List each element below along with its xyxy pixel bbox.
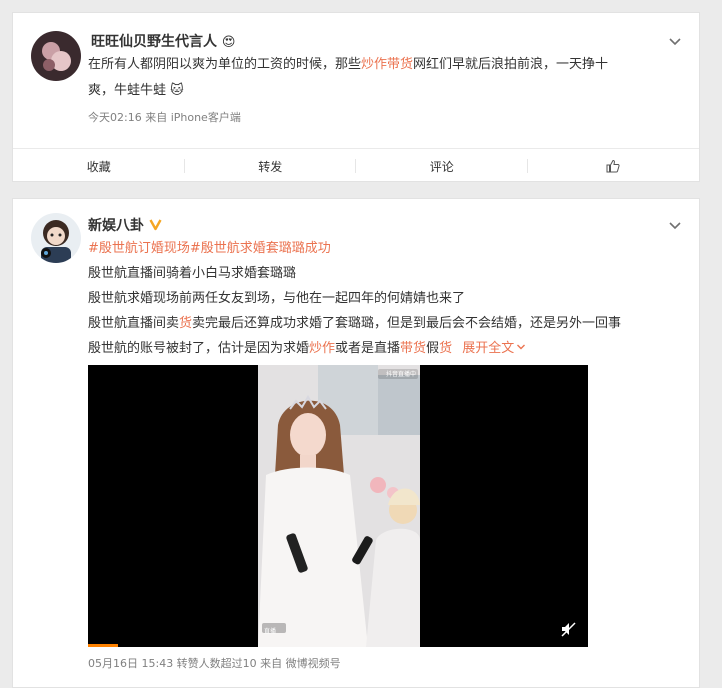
avatar[interactable] [31,213,81,263]
text-segment: 卖完最后还算成功求婚了套璐璐，但是到最后会不会结婚，还是另外一回事 [192,316,622,331]
expand-full-text-link[interactable]: 展开全文 [462,341,526,356]
topic-link[interactable]: #殷世航订婚现场# [88,241,201,256]
comment-button[interactable]: 评论 [356,149,528,183]
text-segment: 殷世航的账号被封了，估计是因为求婚 [88,341,310,356]
text-segment: 或者是直播 [335,341,401,356]
weibo-post-1: 旺旺仙贝野生代言人 😍 在所有人都阴阳以爽为单位的工资的时候，那些炒作带货网红们… [12,12,700,182]
repost-button[interactable]: 转发 [185,149,357,183]
keyword-link[interactable]: 货 [439,341,452,356]
post-text-line2: 爽，牛蛙牛蛙 🐱 [88,79,184,103]
video-player[interactable]: 抖音直播中 直播 [88,365,588,647]
keyword-link[interactable]: 炒作带货 [361,57,413,72]
video-frame: 抖音直播中 直播 [258,365,420,647]
favorite-label: 收藏 [86,159,111,174]
video-watermark: 抖音直播中 [385,371,416,378]
action-bar: 收藏 转发 评论 [13,148,699,183]
text-segment: 网红们早就后浪拍前浪，一天挣十 [413,57,609,72]
post-text-line2: 殷世航直播间骑着小白马求婚套璐璐 [88,266,297,281]
video-progress-bar[interactable] [88,644,118,647]
mute-icon[interactable] [560,621,576,637]
username-text[interactable]: 新娱八卦 [88,218,144,234]
like-button[interactable] [528,149,700,183]
verified-v-icon [149,219,162,231]
repost-label: 转发 [258,159,283,174]
post-text-line5: 殷世航的账号被封了，估计是因为求婚炒作或者是直播带货假货 展开全文 [88,337,526,361]
video-thumbnail-image [258,365,420,647]
keyword-link[interactable]: 货 [179,316,192,331]
video-tag-badge: 直播 [264,628,277,635]
text-segment: 在所有人都阴阳以爽为单位的工资的时候，那些 [88,57,362,72]
expand-label: 展开全文 [462,341,515,356]
post-text-line1: #殷世航订婚现场#殷世航求婚套璐璐成功 [88,237,331,261]
keyword-link[interactable]: 炒作 [309,341,335,356]
text-segment: 爽，牛蛙牛蛙 [88,83,167,98]
post-text-line3: 殷世航求婚现场前两任女友到场，与他在一起四年的何婧婧也来了 [88,291,466,306]
avatar-image-icon [31,213,81,263]
favorite-button[interactable]: 收藏 [13,149,185,183]
username[interactable]: 旺旺仙贝野生代言人 😍 [91,31,235,51]
post-meta[interactable]: 05月16日 15:43 转赞人数超过10 来自 微博视频号 [88,655,341,671]
thumbs-up-icon [606,159,620,173]
chevron-down-icon [517,344,526,350]
weibo-post-2: 新娱八卦 #殷世航订婚现场#殷世航求婚套璐璐成功 殷世航直播间骑着小白马求婚套璐… [12,198,700,688]
keyword-link[interactable]: 带货 [400,341,426,356]
chevron-down-icon[interactable] [667,217,683,233]
text-segment: 殷世航直播间卖 [88,316,180,331]
topic-link[interactable]: 殷世航求婚套璐璐成功 [201,241,331,256]
username[interactable]: 新娱八卦 [88,215,162,235]
post-meta[interactable]: 今天02:16 来自 iPhone客户端 [88,109,241,125]
comment-label: 评论 [429,159,454,174]
avatar[interactable] [31,31,81,81]
username-text[interactable]: 旺旺仙贝野生代言人 [91,34,217,50]
face-emoji-icon: 😍 [221,35,236,50]
cat-emoji-icon: 🐱 [170,83,184,98]
post-text: 在所有人都阴阳以爽为单位的工资的时候，那些炒作带货网红们早就后浪拍前浪，一天挣十 [88,53,608,77]
text-segment: 假 [426,341,440,356]
avatar-image-icon [31,31,81,81]
chevron-down-icon[interactable] [667,33,683,49]
post-text-line4: 殷世航直播间卖货卖完最后还算成功求婚了套璐璐，但是到最后会不会结婚，还是另外一回… [88,312,621,336]
